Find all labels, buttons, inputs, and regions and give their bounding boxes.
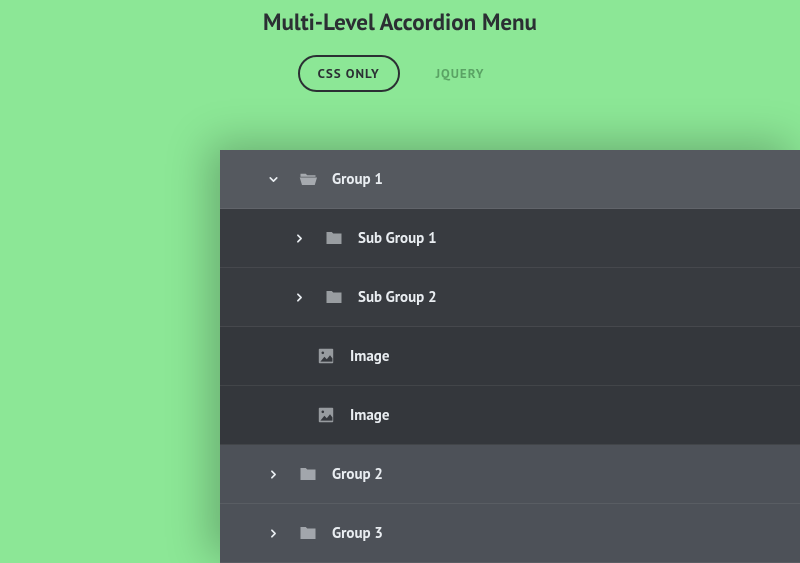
- chevron-right-icon: [264, 524, 282, 542]
- group-3[interactable]: Group 3: [220, 504, 800, 563]
- folder-icon: [298, 464, 318, 484]
- folder-icon: [298, 523, 318, 543]
- list-item-label: Image: [350, 347, 800, 366]
- image-item-2[interactable]: Image: [220, 386, 800, 445]
- chevron-down-icon: [264, 170, 282, 188]
- sub-group-1[interactable]: Sub Group 1: [220, 209, 800, 268]
- group-2[interactable]: Group 2: [220, 445, 800, 504]
- folder-icon: [324, 228, 344, 248]
- list-item-label: Group 2: [332, 465, 800, 484]
- tab-jquery[interactable]: JQUERY: [418, 57, 503, 90]
- tabs-row: CSS ONLY JQUERY: [0, 55, 800, 92]
- list-item-label: Group 3: [332, 524, 800, 543]
- image-item-1[interactable]: Image: [220, 327, 800, 386]
- page-title: Multi-Level Accordion Menu: [0, 8, 800, 37]
- chevron-right-icon: [264, 465, 282, 483]
- folder-open-icon: [298, 169, 318, 189]
- accordion-menu: Group 1 Sub Group 1 Sub Group 2 Image Im…: [220, 150, 800, 563]
- image-icon: [316, 346, 336, 366]
- folder-icon: [324, 287, 344, 307]
- image-icon: [316, 405, 336, 425]
- chevron-right-icon: [290, 229, 308, 247]
- sub-group-2[interactable]: Sub Group 2: [220, 268, 800, 327]
- tab-css-only[interactable]: CSS ONLY: [298, 55, 400, 92]
- list-item-label: Sub Group 1: [358, 229, 800, 248]
- group-1[interactable]: Group 1: [220, 150, 800, 209]
- chevron-right-icon: [290, 288, 308, 306]
- list-item-label: Sub Group 2: [358, 288, 800, 307]
- list-item-label: Group 1: [332, 170, 800, 189]
- list-item-label: Image: [350, 406, 800, 425]
